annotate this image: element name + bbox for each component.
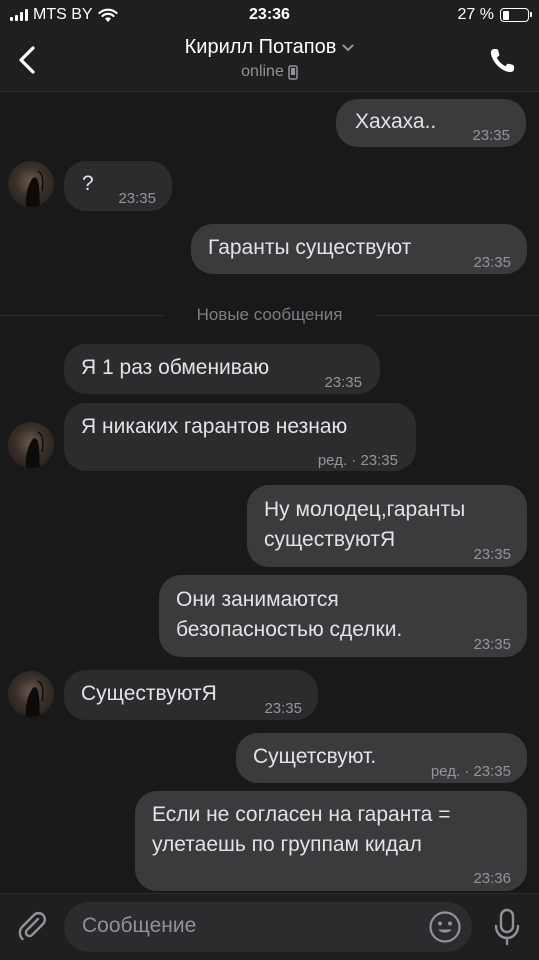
message-outgoing[interactable]: Они занимаются безопасностью сделки. 23:…: [159, 575, 527, 657]
message-input[interactable]: Сообщение: [64, 902, 472, 952]
back-chevron-icon[interactable]: [14, 42, 44, 78]
message-time: 23:35: [473, 546, 511, 563]
message-text: Я 1 раз обмениваю: [81, 356, 270, 379]
message-time: ред. · 23:35: [317, 452, 398, 469]
chat-header: Кирилл Потапов online: [0, 32, 539, 92]
message-input-placeholder: Сообщение: [82, 914, 197, 937]
chevron-down-icon: [342, 44, 354, 51]
smile-icon[interactable]: [428, 910, 462, 944]
avatar[interactable]: [8, 671, 54, 717]
message-outgoing[interactable]: Хахаха.. 23:35: [336, 99, 526, 147]
message-time: 23:35: [264, 700, 302, 717]
new-messages-divider: Новые сообщения: [0, 305, 539, 325]
avatar[interactable]: [8, 422, 54, 468]
message-time: 23:35: [118, 190, 156, 207]
phone-icon[interactable]: [487, 46, 517, 76]
message-text: СуществуютЯ: [81, 682, 217, 705]
message-time: 23:36: [473, 870, 511, 887]
message-time: 23:35: [324, 374, 362, 391]
status-right: 27 %: [457, 6, 532, 24]
message-composer: Сообщение: [0, 893, 539, 960]
message-time: 23:35: [473, 636, 511, 653]
message-text: Они занимаются: [176, 588, 339, 611]
paperclip-icon[interactable]: [16, 910, 48, 942]
avatar-image: [25, 431, 44, 468]
contact-title[interactable]: Кирилл Потапов online: [100, 36, 439, 81]
message-time: 23:35: [472, 127, 510, 144]
mobile-device-icon: [288, 64, 298, 80]
contact-name: Кирилл Потапов: [184, 36, 337, 58]
message-incoming[interactable]: СуществуютЯ 23:35: [64, 670, 318, 720]
message-incoming[interactable]: ? 23:35: [64, 161, 172, 211]
message-text: безопасностью сделки.: [176, 618, 403, 641]
message-list[interactable]: Хахаха.. 23:35 ? 23:35 Гаранты существую…: [0, 93, 539, 893]
avatar-image: [25, 170, 44, 207]
message-text: Сущетсвуют.: [253, 745, 377, 768]
message-time: 23:35: [473, 254, 511, 271]
message-text: Гаранты существуют: [208, 236, 412, 259]
message-outgoing[interactable]: Сущетсвуют. ред. · 23:35: [236, 733, 527, 783]
message-text: существуютЯ: [264, 528, 396, 551]
battery-icon: [500, 8, 532, 22]
message-incoming[interactable]: Я 1 раз обмениваю 23:35: [64, 344, 380, 394]
message-text: Ну молодец,гаранты: [264, 498, 466, 521]
message-outgoing[interactable]: Гаранты существуют 23:35: [191, 224, 527, 274]
battery-level: [502, 10, 509, 20]
message-time: ред. · 23:35: [430, 763, 511, 780]
microphone-icon[interactable]: [493, 908, 521, 946]
contact-status: online: [241, 63, 284, 80]
battery-percent: 27 %: [457, 6, 494, 23]
message-text: улетаешь по группам кидал: [152, 833, 422, 856]
status-bar: MTS BY 23:36 27 %: [0, 0, 539, 32]
message-incoming[interactable]: Я никаких гарантов незнаю ред. · 23:35: [64, 403, 416, 471]
avatar-image: [25, 680, 44, 717]
avatar[interactable]: [8, 161, 54, 207]
message-outgoing[interactable]: Если не согласен на гаранта = улетаешь п…: [135, 791, 527, 891]
message-text: Если не согласен на гаранта =: [152, 803, 451, 826]
message-outgoing[interactable]: Ну молодец,гаранты существуютЯ 23:35: [247, 485, 527, 567]
message-text: Я никаких гарантов незнаю: [81, 415, 348, 438]
message-text: Хахаха..: [355, 110, 437, 133]
message-text: ?: [82, 172, 94, 195]
